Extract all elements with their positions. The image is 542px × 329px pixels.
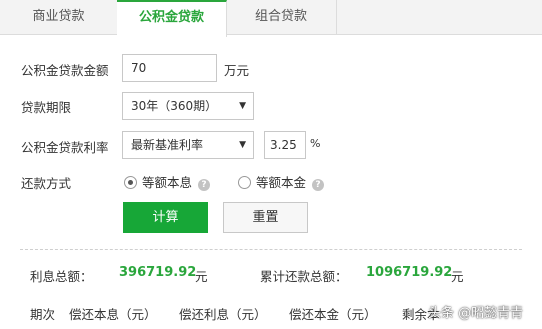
tab-combined-loan[interactable]: 组合贷款: [226, 0, 337, 34]
interest-total-unit: 元: [195, 269, 208, 284]
tab-commercial-loan[interactable]: 商业贷款: [0, 0, 118, 34]
rate-type-select-value: 最新基准利率: [131, 138, 204, 152]
watermark: 头条 @昭懿青青: [428, 306, 524, 321]
method-option-equal-installment[interactable]: 等额本息?: [124, 172, 211, 191]
method-option-equal-principal[interactable]: 等额本金?: [238, 172, 325, 191]
interest-total-value: 396719.92: [119, 265, 197, 280]
amount-unit: 万元: [224, 63, 250, 78]
rate-input[interactable]: [264, 131, 306, 159]
reset-button[interactable]: 重置: [223, 202, 308, 233]
help-icon[interactable]: ?: [198, 179, 211, 191]
dropdown-arrow-icon: ▼: [239, 101, 246, 111]
table-header-payment: 偿还本息（元）: [69, 307, 157, 322]
amount-label: 公积金贷款金额: [21, 63, 109, 78]
radio-unselected-icon[interactable]: [238, 176, 251, 189]
rate-type-select[interactable]: 最新基准利率 ▼: [122, 131, 254, 159]
term-label: 贷款期限: [21, 100, 72, 115]
calculate-button[interactable]: 计算: [123, 202, 208, 233]
dropdown-arrow-icon: ▼: [239, 140, 246, 150]
amount-input[interactable]: [122, 54, 217, 82]
repayment-total-value: 1096719.92: [366, 265, 453, 280]
rate-label: 公积金贷款利率: [21, 140, 109, 155]
table-header-interest: 偿还利息（元）: [179, 307, 267, 322]
method-option-label: 等额本息: [142, 175, 193, 190]
help-icon[interactable]: ?: [312, 179, 325, 191]
repayment-total-unit: 元: [451, 269, 464, 284]
term-select-value: 30年（360期）: [131, 99, 218, 113]
tab-provident-fund-loan[interactable]: 公积金贷款: [117, 0, 227, 37]
rate-unit: %: [310, 137, 321, 150]
radio-selected-icon[interactable]: [124, 176, 137, 189]
method-label: 还款方式: [21, 176, 72, 191]
term-select[interactable]: 30年（360期） ▼: [122, 92, 254, 120]
loan-type-tabs: 商业贷款 公积金贷款 组合贷款: [0, 0, 542, 37]
table-header-principal: 偿还本金（元）: [289, 307, 377, 322]
repayment-total-label: 累计还款总额：: [260, 269, 348, 284]
method-option-label: 等额本金: [256, 175, 307, 190]
interest-total-label: 利息总额：: [30, 269, 93, 284]
divider: [20, 249, 522, 250]
table-header-period: 期次: [30, 307, 56, 322]
